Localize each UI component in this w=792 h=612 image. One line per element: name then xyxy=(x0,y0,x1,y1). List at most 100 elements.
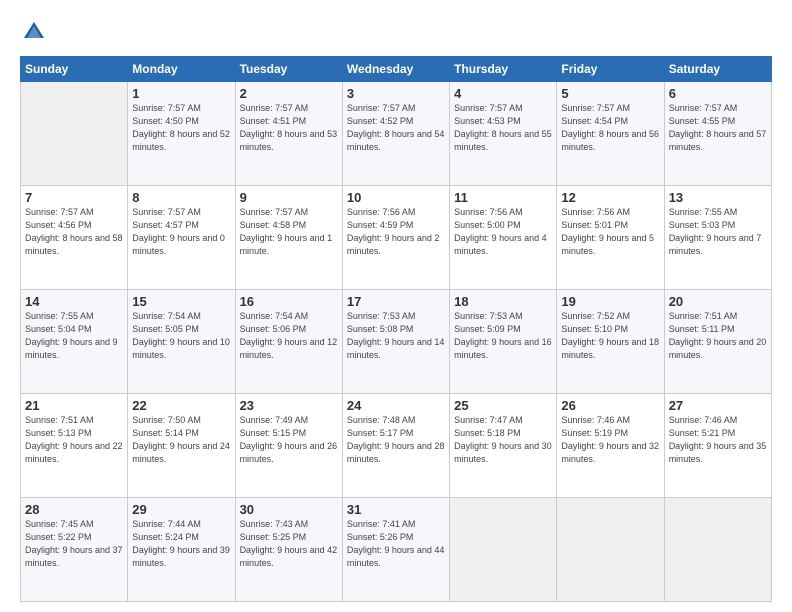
day-info: Sunrise: 7:50 AM Sunset: 5:14 PM Dayligh… xyxy=(132,414,230,466)
day-info: Sunrise: 7:57 AM Sunset: 4:56 PM Dayligh… xyxy=(25,206,123,258)
day-info: Sunrise: 7:57 AM Sunset: 4:51 PM Dayligh… xyxy=(240,102,338,154)
day-number: 24 xyxy=(347,398,445,413)
day-info: Sunrise: 7:57 AM Sunset: 4:50 PM Dayligh… xyxy=(132,102,230,154)
day-number: 20 xyxy=(669,294,767,309)
calendar-table: SundayMondayTuesdayWednesdayThursdayFrid… xyxy=(20,56,772,602)
day-cell: 20Sunrise: 7:51 AM Sunset: 5:11 PM Dayli… xyxy=(664,290,771,394)
day-number: 27 xyxy=(669,398,767,413)
day-cell: 21Sunrise: 7:51 AM Sunset: 5:13 PM Dayli… xyxy=(21,394,128,498)
day-info: Sunrise: 7:51 AM Sunset: 5:13 PM Dayligh… xyxy=(25,414,123,466)
day-cell: 19Sunrise: 7:52 AM Sunset: 5:10 PM Dayli… xyxy=(557,290,664,394)
col-header-thursday: Thursday xyxy=(450,57,557,82)
day-cell: 10Sunrise: 7:56 AM Sunset: 4:59 PM Dayli… xyxy=(342,186,449,290)
day-cell: 27Sunrise: 7:46 AM Sunset: 5:21 PM Dayli… xyxy=(664,394,771,498)
day-cell: 3Sunrise: 7:57 AM Sunset: 4:52 PM Daylig… xyxy=(342,82,449,186)
day-info: Sunrise: 7:48 AM Sunset: 5:17 PM Dayligh… xyxy=(347,414,445,466)
day-cell: 16Sunrise: 7:54 AM Sunset: 5:06 PM Dayli… xyxy=(235,290,342,394)
day-number: 7 xyxy=(25,190,123,205)
day-number: 21 xyxy=(25,398,123,413)
day-cell xyxy=(557,498,664,602)
day-info: Sunrise: 7:43 AM Sunset: 5:25 PM Dayligh… xyxy=(240,518,338,570)
day-info: Sunrise: 7:57 AM Sunset: 4:55 PM Dayligh… xyxy=(669,102,767,154)
day-number: 11 xyxy=(454,190,552,205)
day-cell: 7Sunrise: 7:57 AM Sunset: 4:56 PM Daylig… xyxy=(21,186,128,290)
day-info: Sunrise: 7:46 AM Sunset: 5:19 PM Dayligh… xyxy=(561,414,659,466)
day-cell: 31Sunrise: 7:41 AM Sunset: 5:26 PM Dayli… xyxy=(342,498,449,602)
day-cell: 2Sunrise: 7:57 AM Sunset: 4:51 PM Daylig… xyxy=(235,82,342,186)
day-info: Sunrise: 7:57 AM Sunset: 4:57 PM Dayligh… xyxy=(132,206,230,258)
day-number: 19 xyxy=(561,294,659,309)
day-number: 10 xyxy=(347,190,445,205)
day-info: Sunrise: 7:55 AM Sunset: 5:04 PM Dayligh… xyxy=(25,310,123,362)
day-number: 17 xyxy=(347,294,445,309)
day-info: Sunrise: 7:56 AM Sunset: 5:00 PM Dayligh… xyxy=(454,206,552,258)
day-cell: 25Sunrise: 7:47 AM Sunset: 5:18 PM Dayli… xyxy=(450,394,557,498)
day-number: 25 xyxy=(454,398,552,413)
day-cell: 28Sunrise: 7:45 AM Sunset: 5:22 PM Dayli… xyxy=(21,498,128,602)
day-info: Sunrise: 7:56 AM Sunset: 5:01 PM Dayligh… xyxy=(561,206,659,258)
day-info: Sunrise: 7:57 AM Sunset: 4:54 PM Dayligh… xyxy=(561,102,659,154)
col-header-saturday: Saturday xyxy=(664,57,771,82)
day-info: Sunrise: 7:54 AM Sunset: 5:05 PM Dayligh… xyxy=(132,310,230,362)
day-cell xyxy=(664,498,771,602)
header xyxy=(20,18,772,46)
day-cell: 30Sunrise: 7:43 AM Sunset: 5:25 PM Dayli… xyxy=(235,498,342,602)
day-info: Sunrise: 7:54 AM Sunset: 5:06 PM Dayligh… xyxy=(240,310,338,362)
col-header-tuesday: Tuesday xyxy=(235,57,342,82)
day-number: 2 xyxy=(240,86,338,101)
calendar-header-row: SundayMondayTuesdayWednesdayThursdayFrid… xyxy=(21,57,772,82)
day-cell: 12Sunrise: 7:56 AM Sunset: 5:01 PM Dayli… xyxy=(557,186,664,290)
day-info: Sunrise: 7:57 AM Sunset: 4:52 PM Dayligh… xyxy=(347,102,445,154)
day-number: 22 xyxy=(132,398,230,413)
day-info: Sunrise: 7:53 AM Sunset: 5:09 PM Dayligh… xyxy=(454,310,552,362)
day-info: Sunrise: 7:55 AM Sunset: 5:03 PM Dayligh… xyxy=(669,206,767,258)
day-number: 14 xyxy=(25,294,123,309)
day-cell: 4Sunrise: 7:57 AM Sunset: 4:53 PM Daylig… xyxy=(450,82,557,186)
day-number: 16 xyxy=(240,294,338,309)
day-cell: 6Sunrise: 7:57 AM Sunset: 4:55 PM Daylig… xyxy=(664,82,771,186)
day-cell: 9Sunrise: 7:57 AM Sunset: 4:58 PM Daylig… xyxy=(235,186,342,290)
day-cell: 17Sunrise: 7:53 AM Sunset: 5:08 PM Dayli… xyxy=(342,290,449,394)
day-number: 9 xyxy=(240,190,338,205)
day-cell: 15Sunrise: 7:54 AM Sunset: 5:05 PM Dayli… xyxy=(128,290,235,394)
week-row-5: 28Sunrise: 7:45 AM Sunset: 5:22 PM Dayli… xyxy=(21,498,772,602)
day-number: 15 xyxy=(132,294,230,309)
day-number: 31 xyxy=(347,502,445,517)
day-number: 26 xyxy=(561,398,659,413)
logo-icon xyxy=(20,18,48,46)
day-number: 3 xyxy=(347,86,445,101)
col-header-wednesday: Wednesday xyxy=(342,57,449,82)
day-info: Sunrise: 7:44 AM Sunset: 5:24 PM Dayligh… xyxy=(132,518,230,570)
day-cell: 11Sunrise: 7:56 AM Sunset: 5:00 PM Dayli… xyxy=(450,186,557,290)
day-number: 30 xyxy=(240,502,338,517)
day-cell: 22Sunrise: 7:50 AM Sunset: 5:14 PM Dayli… xyxy=(128,394,235,498)
day-cell: 13Sunrise: 7:55 AM Sunset: 5:03 PM Dayli… xyxy=(664,186,771,290)
day-number: 23 xyxy=(240,398,338,413)
col-header-sunday: Sunday xyxy=(21,57,128,82)
day-cell: 23Sunrise: 7:49 AM Sunset: 5:15 PM Dayli… xyxy=(235,394,342,498)
day-cell: 29Sunrise: 7:44 AM Sunset: 5:24 PM Dayli… xyxy=(128,498,235,602)
day-info: Sunrise: 7:52 AM Sunset: 5:10 PM Dayligh… xyxy=(561,310,659,362)
day-info: Sunrise: 7:57 AM Sunset: 4:58 PM Dayligh… xyxy=(240,206,338,258)
day-cell: 5Sunrise: 7:57 AM Sunset: 4:54 PM Daylig… xyxy=(557,82,664,186)
day-number: 29 xyxy=(132,502,230,517)
day-number: 12 xyxy=(561,190,659,205)
day-info: Sunrise: 7:41 AM Sunset: 5:26 PM Dayligh… xyxy=(347,518,445,570)
day-info: Sunrise: 7:53 AM Sunset: 5:08 PM Dayligh… xyxy=(347,310,445,362)
day-cell: 26Sunrise: 7:46 AM Sunset: 5:19 PM Dayli… xyxy=(557,394,664,498)
day-cell: 14Sunrise: 7:55 AM Sunset: 5:04 PM Dayli… xyxy=(21,290,128,394)
day-cell xyxy=(450,498,557,602)
page: SundayMondayTuesdayWednesdayThursdayFrid… xyxy=(0,0,792,612)
day-number: 8 xyxy=(132,190,230,205)
day-info: Sunrise: 7:57 AM Sunset: 4:53 PM Dayligh… xyxy=(454,102,552,154)
day-number: 18 xyxy=(454,294,552,309)
day-info: Sunrise: 7:45 AM Sunset: 5:22 PM Dayligh… xyxy=(25,518,123,570)
day-cell: 24Sunrise: 7:48 AM Sunset: 5:17 PM Dayli… xyxy=(342,394,449,498)
day-number: 1 xyxy=(132,86,230,101)
week-row-3: 14Sunrise: 7:55 AM Sunset: 5:04 PM Dayli… xyxy=(21,290,772,394)
week-row-4: 21Sunrise: 7:51 AM Sunset: 5:13 PM Dayli… xyxy=(21,394,772,498)
logo xyxy=(20,18,52,46)
day-cell: 18Sunrise: 7:53 AM Sunset: 5:09 PM Dayli… xyxy=(450,290,557,394)
col-header-friday: Friday xyxy=(557,57,664,82)
week-row-1: 1Sunrise: 7:57 AM Sunset: 4:50 PM Daylig… xyxy=(21,82,772,186)
